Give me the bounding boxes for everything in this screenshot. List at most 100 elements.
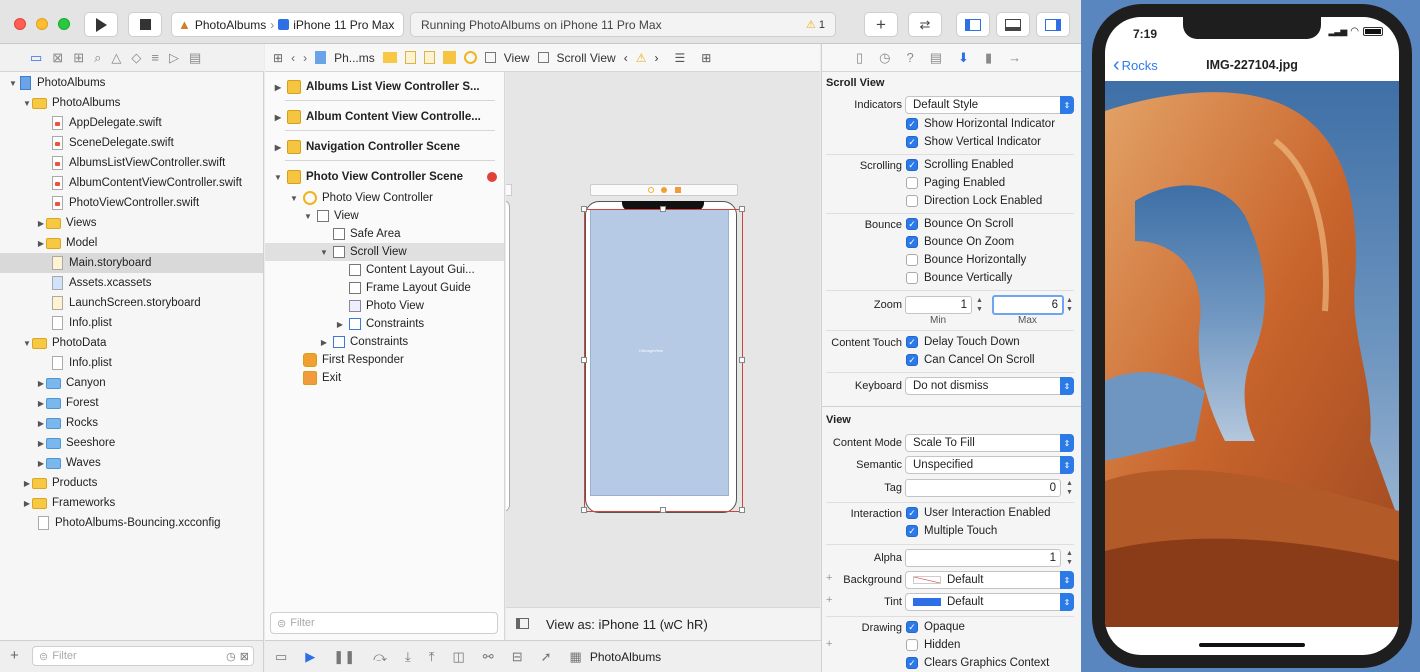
find-icon[interactable]: ⌕ xyxy=(94,50,101,66)
zoom-min-field[interactable]: 1 xyxy=(905,296,972,314)
list-item[interactable]: ▶ Views xyxy=(0,213,263,233)
disclosure-closed-icon[interactable]: ▶ xyxy=(36,379,46,388)
scrolling-enabled-checkbox[interactable]: ✓ Scrolling Enabled xyxy=(906,159,1014,171)
first-responder-icon[interactable] xyxy=(661,187,667,193)
list-item[interactable]: SceneDelegate.swift xyxy=(0,133,263,153)
list-item[interactable]: PhotoAlbums-Bouncing.xcconfig xyxy=(0,513,263,533)
outline-item[interactable]: ▶ Constraints xyxy=(265,333,504,351)
list-item[interactable]: Info.plist xyxy=(0,313,263,333)
add-editor-icon[interactable]: ⊞ xyxy=(701,51,711,65)
disclosure-closed-icon[interactable]: ▶ xyxy=(319,338,329,347)
disclosure-open-icon[interactable]: ▼ xyxy=(22,99,32,108)
jump-project[interactable]: Ph...ms xyxy=(334,51,375,65)
list-item[interactable]: ▼ PhotoAlbums xyxy=(0,93,263,113)
toggle-inspector-button[interactable] xyxy=(1036,12,1070,37)
clears-graphics-checkbox[interactable]: ✓ Clears Graphics Context xyxy=(906,657,1049,669)
list-item[interactable]: Info.plist xyxy=(0,353,263,373)
toggle-outline-icon[interactable] xyxy=(516,618,529,629)
step-over-icon[interactable]: ⤼ xyxy=(373,649,387,665)
attributes-inspector-icon[interactable]: ⬇ xyxy=(958,50,969,66)
scm-filter-icon[interactable]: ⊠ xyxy=(240,650,249,663)
view-hierarchy-icon[interactable]: ◫ xyxy=(453,649,465,665)
toggle-navigator-button[interactable] xyxy=(956,12,990,37)
list-item[interactable]: ▼ PhotoData xyxy=(0,333,263,353)
close-window-button[interactable] xyxy=(14,18,26,30)
multiple-touch-checkbox[interactable]: ✓ Multiple Touch xyxy=(906,525,997,537)
debug-icon[interactable]: ≡ xyxy=(151,50,159,65)
paging-enabled-checkbox[interactable]: Paging Enabled xyxy=(906,177,1005,189)
storyboard-canvas[interactable]: UIImageView xyxy=(506,72,820,607)
outline-item[interactable]: Photo View xyxy=(265,297,504,315)
content-mode-popup[interactable]: Scale To Fill ⇕ xyxy=(905,434,1074,452)
disclosure-open-icon[interactable]: ▼ xyxy=(289,194,299,203)
forward-icon[interactable]: › xyxy=(303,51,307,65)
scene-icon[interactable] xyxy=(442,51,456,64)
photo-view[interactable] xyxy=(1105,81,1399,627)
keyboard-popup[interactable]: Do not dismiss ⇕ xyxy=(905,377,1074,395)
debug-target-label[interactable]: PhotoAlbums xyxy=(590,650,661,664)
disclosure-closed-icon[interactable]: ▶ xyxy=(273,143,283,152)
view-controller-icon[interactable] xyxy=(648,187,654,193)
disclosure-closed-icon[interactable]: ▶ xyxy=(335,320,345,329)
disclosure-open-icon[interactable]: ▼ xyxy=(8,79,18,88)
outline-filter-input[interactable]: ⊜ Filter xyxy=(270,612,498,634)
step-in-icon[interactable]: ⤓ xyxy=(405,649,411,665)
test-icon[interactable]: ◇ xyxy=(131,50,141,66)
warning-indicator[interactable]: ⚠ 1 xyxy=(806,18,825,31)
memory-graph-icon[interactable]: ⚯ xyxy=(483,649,494,665)
history-inspector-icon[interactable]: ◷ xyxy=(879,50,890,66)
size-inspector-icon[interactable]: ▮ xyxy=(985,50,992,66)
prev-issue-icon[interactable]: ‹ xyxy=(624,51,628,65)
add-icon[interactable]: + xyxy=(10,647,19,664)
outline-item[interactable]: First Responder xyxy=(265,351,504,369)
outline-item[interactable]: Frame Layout Guide xyxy=(265,279,504,297)
view-as-bar[interactable]: View as: iPhone 11 ( wC hR ) xyxy=(506,607,820,640)
disclosure-closed-icon[interactable]: ▶ xyxy=(22,499,32,508)
background-popup[interactable]: Default ⇕ xyxy=(905,571,1074,589)
scene-dock[interactable] xyxy=(590,184,738,196)
resize-handle[interactable] xyxy=(739,507,745,513)
report-icon[interactable]: ▤ xyxy=(189,50,201,66)
scene-row[interactable]: ▼ Photo View Controller Scene xyxy=(265,168,504,186)
tag-field[interactable]: 0 xyxy=(905,479,1061,497)
recent-files-icon[interactable]: ◷ xyxy=(226,650,236,663)
disclosure-open-icon[interactable]: ▼ xyxy=(319,248,329,257)
list-item[interactable]: ▶ Frameworks xyxy=(0,493,263,513)
next-issue-icon[interactable]: › xyxy=(654,51,658,65)
breakpoints-toggle-icon[interactable]: ▶ xyxy=(305,649,315,665)
storyboard-icon[interactable] xyxy=(423,51,435,64)
opaque-checkbox[interactable]: ✓ Opaque xyxy=(906,621,965,633)
file-inspector-icon[interactable]: ▯ xyxy=(856,50,863,66)
folder-navigator-icon[interactable]: ▭ xyxy=(30,50,42,66)
resize-handle[interactable] xyxy=(739,206,745,212)
semantic-popup[interactable]: Unspecified ⇕ xyxy=(905,456,1074,474)
list-item[interactable]: ▶ Waves xyxy=(0,453,263,473)
list-item[interactable]: Assets.xcassets xyxy=(0,273,263,293)
code-review-button[interactable]: ⇄ xyxy=(908,12,942,37)
help-inspector-icon[interactable]: ? xyxy=(907,50,914,65)
bounce-on-zoom-checkbox[interactable]: ✓ Bounce On Zoom xyxy=(906,236,1014,248)
zoom-min-stepper[interactable]: ▲ ▼ xyxy=(975,296,984,314)
stop-button[interactable] xyxy=(128,12,162,37)
source-control-icon[interactable]: ⊠ xyxy=(52,50,63,66)
outline-item[interactable]: Safe Area xyxy=(265,225,504,243)
disclosure-open-icon[interactable]: ▼ xyxy=(273,173,283,182)
issue-icon[interactable]: △ xyxy=(111,50,121,66)
hidden-checkbox[interactable]: Hidden xyxy=(906,639,960,651)
bounce-on-scroll-checkbox[interactable]: ✓ Bounce On Scroll xyxy=(906,218,1014,230)
indicators-popup[interactable]: Default Style ⇕ xyxy=(905,96,1074,114)
location-icon[interactable]: ➚ xyxy=(541,649,552,665)
disclosure-closed-icon[interactable]: ▶ xyxy=(36,239,46,248)
jump-scroll-view[interactable]: Scroll View xyxy=(557,51,616,65)
resize-handle[interactable] xyxy=(581,357,587,363)
disclosure-closed-icon[interactable]: ▶ xyxy=(36,399,46,408)
document-items-icon[interactable]: ☰ xyxy=(674,51,685,65)
error-badge-icon[interactable] xyxy=(487,172,497,182)
tag-stepper[interactable]: ▲ ▼ xyxy=(1065,479,1074,497)
scene-row[interactable]: ▶ Album Content View Controlle... xyxy=(265,108,504,126)
alpha-stepper[interactable]: ▲ ▼ xyxy=(1065,549,1074,567)
tint-popup[interactable]: Default ⇕ xyxy=(905,593,1074,611)
resize-handle[interactable] xyxy=(660,507,666,513)
disclosure-closed-icon[interactable]: ▶ xyxy=(36,419,46,428)
show-vertical-checkbox[interactable]: ✓ Show Vertical Indicator xyxy=(906,136,1041,148)
